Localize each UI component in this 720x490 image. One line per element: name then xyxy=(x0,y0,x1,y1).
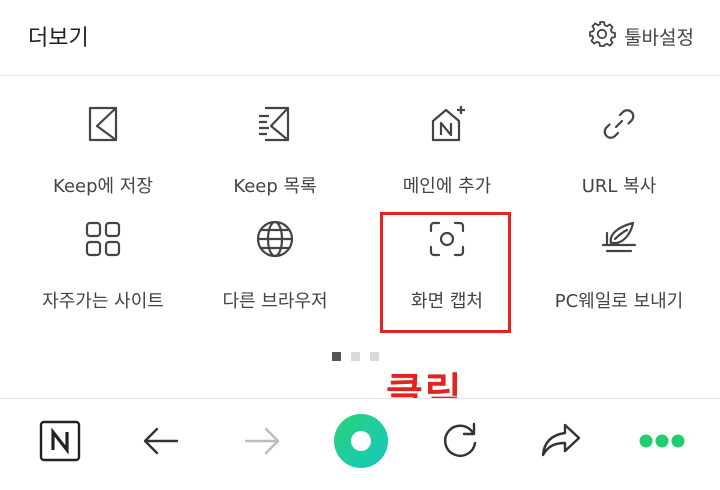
menu-item-label: URL 복사 xyxy=(581,176,657,197)
menu-item-other-browser[interactable]: 다른 브라우저 xyxy=(189,207,361,317)
refresh-button[interactable] xyxy=(432,413,488,473)
share-button[interactable] xyxy=(533,413,589,473)
green-dot-icon xyxy=(332,412,390,474)
menu-item-label: Keep에 저장 xyxy=(53,176,153,197)
back-arrow-icon xyxy=(139,419,183,467)
header-bar: 더보기 툴바설정 xyxy=(0,0,720,76)
share-icon xyxy=(539,419,583,467)
page-title: 더보기 xyxy=(28,26,89,51)
link-copy-icon xyxy=(599,104,639,144)
back-button[interactable] xyxy=(133,413,189,473)
more-dots-icon xyxy=(638,433,686,453)
menu-item-keep-save[interactable]: Keep에 저장 xyxy=(17,92,189,202)
page-dot[interactable] xyxy=(370,352,379,361)
menu-item-url-copy[interactable]: URL 복사 xyxy=(533,92,705,202)
menu-item-add-to-main[interactable]: 메인에 추가 xyxy=(361,92,533,202)
send-to-pc-icon xyxy=(599,219,639,259)
refresh-icon xyxy=(438,419,482,467)
menu-item-label: PC웨일로 보내기 xyxy=(554,291,684,312)
screen-capture-icon xyxy=(427,219,467,259)
gear-icon xyxy=(588,20,616,53)
globe-icon xyxy=(255,219,295,259)
menu-grid: Keep에 저장 Keep 목록 메인에 추가 URL 복사 자주가는 사이트 … xyxy=(17,92,705,317)
menu-item-send-to-pc[interactable]: PC웨일로 보내기 xyxy=(533,207,705,317)
toolbar-settings-button[interactable]: 툴바설정 xyxy=(588,18,694,54)
menu-item-frequent-sites[interactable]: 자주가는 사이트 xyxy=(17,207,189,317)
frequent-sites-icon xyxy=(83,219,123,259)
menu-item-label: Keep 목록 xyxy=(233,176,317,197)
page-dot[interactable] xyxy=(351,352,360,361)
menu-item-label: 자주가는 사이트 xyxy=(42,291,164,312)
naver-home-icon xyxy=(38,419,82,467)
menu-item-screen-capture[interactable]: 화면 캡처 xyxy=(361,207,533,317)
menu-item-label: 메인에 추가 xyxy=(402,176,492,197)
settings-label: 툴바설정 xyxy=(624,26,694,49)
forward-arrow-icon xyxy=(240,419,284,467)
naver-home-button[interactable] xyxy=(32,413,88,473)
menu-item-label: 다른 브라우저 xyxy=(222,291,328,312)
keep-save-icon xyxy=(83,104,123,144)
keep-list-icon xyxy=(255,104,295,144)
add-to-main-icon xyxy=(427,104,467,144)
forward-button[interactable] xyxy=(234,413,290,473)
page-indicator xyxy=(332,352,379,361)
menu-item-label: 화면 캡처 xyxy=(411,291,483,312)
menu-item-keep-list[interactable]: Keep 목록 xyxy=(189,92,361,202)
whale-center-button[interactable] xyxy=(332,413,390,473)
page-dot-active[interactable] xyxy=(332,352,341,361)
bottom-toolbar xyxy=(0,398,720,490)
more-button[interactable] xyxy=(634,413,690,473)
